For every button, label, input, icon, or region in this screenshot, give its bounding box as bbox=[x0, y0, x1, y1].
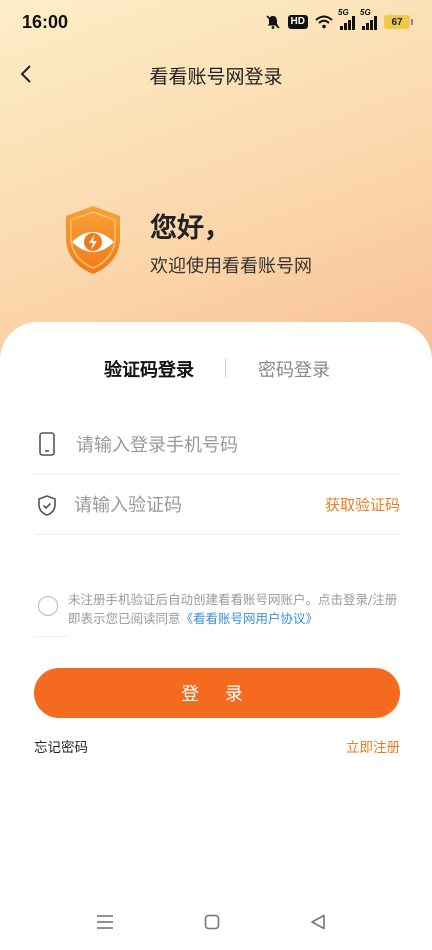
agreement-text: 未注册手机验证后自动创建看看账号网账户。点击登录/注册即表示您已阅读同意《看看账… bbox=[68, 590, 398, 628]
network-type-label: 5G bbox=[360, 8, 371, 17]
welcome-subtitle: 欢迎使用看看账号网 bbox=[150, 256, 312, 277]
back-triangle-icon[interactable] bbox=[310, 914, 326, 930]
agreement: 未注册手机验证后自动创建看看账号网账户。点击登录/注册即表示您已阅读同意《看看账… bbox=[38, 590, 398, 640]
shield-check-icon bbox=[38, 495, 56, 516]
greeting: 您好， bbox=[150, 213, 231, 244]
login-tabs: 验证码登录 密码登录 bbox=[0, 354, 432, 384]
phone-input[interactable] bbox=[74, 428, 318, 462]
welcome-section: 您好， 欢迎使用看看账号网 bbox=[62, 204, 402, 284]
nav-bar: 看看账号网登录 bbox=[0, 52, 432, 96]
status-time: 16:00 bbox=[22, 12, 69, 32]
home-icon[interactable] bbox=[204, 914, 220, 930]
tab-password-login[interactable]: 密码登录 bbox=[258, 356, 330, 382]
battery-level: 67 bbox=[391, 16, 403, 28]
login-button[interactable]: 登 录 bbox=[34, 668, 400, 718]
signal-icon-1: 5G bbox=[338, 8, 355, 30]
hd-badge: HD bbox=[287, 15, 308, 29]
phone-field bbox=[34, 414, 400, 475]
login-card: 验证码登录 密码登录 获取验证码 未注册手机验证后自动创建看看账号网账户。点击登… bbox=[0, 322, 432, 950]
menu-icon[interactable] bbox=[96, 914, 114, 930]
page-title: 看看账号网登录 bbox=[149, 66, 283, 88]
user-agreement-link[interactable]: 《看看账号网用户协议》 bbox=[181, 611, 319, 626]
status-bar: 16:00 HD 5G 5G 67 bbox=[0, 0, 432, 44]
register-link[interactable]: 立即注册 bbox=[346, 736, 400, 756]
system-navigation-bar bbox=[0, 906, 432, 942]
tab-divider bbox=[225, 358, 226, 378]
agree-checkbox[interactable] bbox=[38, 596, 58, 616]
forgot-password-link[interactable]: 忘记密码 bbox=[34, 736, 88, 756]
shield-logo-icon bbox=[66, 206, 120, 274]
status-icons: HD 5G 5G 67 bbox=[265, 8, 413, 32]
phone-icon bbox=[39, 432, 55, 456]
mute-bell-icon bbox=[265, 15, 280, 29]
divider bbox=[34, 636, 68, 637]
signal-icon-2: 5G bbox=[360, 8, 377, 30]
network-type-label: 5G bbox=[338, 8, 349, 17]
wifi-icon bbox=[315, 15, 333, 29]
battery-icon: 67 bbox=[384, 15, 413, 29]
code-field: 获取验证码 bbox=[34, 474, 400, 535]
get-code-button[interactable]: 获取验证码 bbox=[325, 494, 400, 515]
tab-sms-login[interactable]: 验证码登录 bbox=[104, 356, 194, 382]
code-input[interactable] bbox=[72, 488, 316, 522]
